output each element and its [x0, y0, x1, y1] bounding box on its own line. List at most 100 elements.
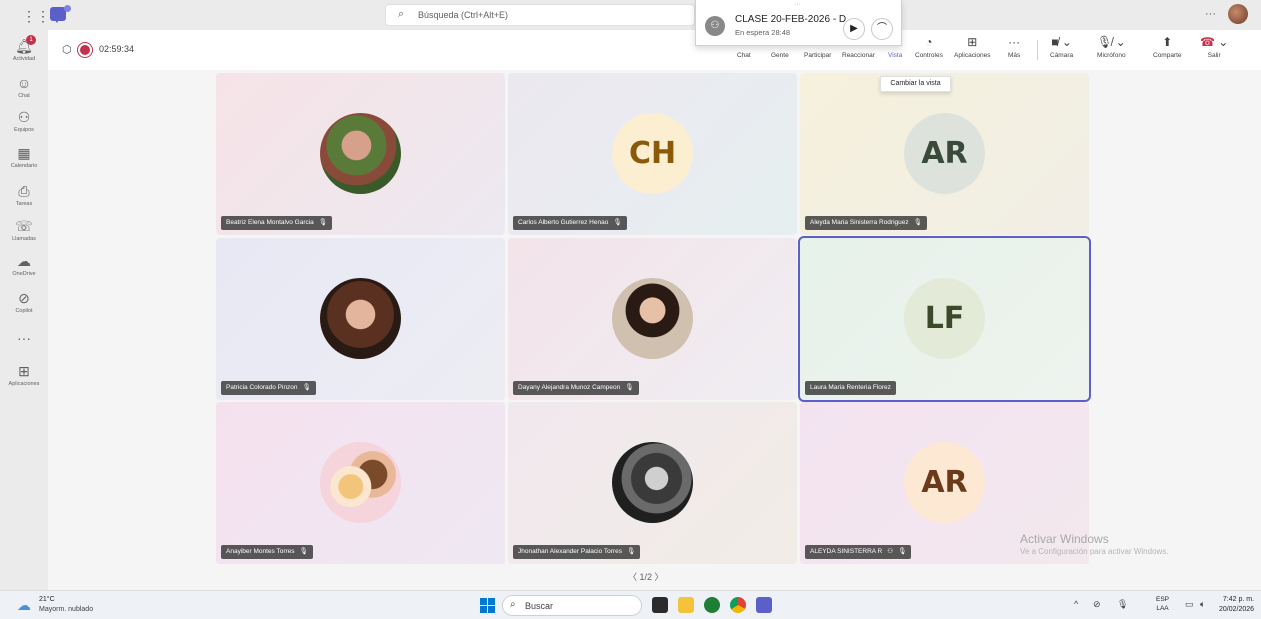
mic-tray-icon[interactable]: 🎙︎ [1117, 599, 1128, 610]
chevron-up-icon[interactable]: ^ [1074, 599, 1078, 609]
rail-item-teams[interactable]: ⚇ Equipos [0, 109, 48, 133]
control-label: Micrófono [1097, 52, 1126, 59]
rail-item-apps[interactable]: ⊞ Aplicaciones [0, 363, 48, 387]
participant-tile-active-speaker[interactable]: LF Laura Maria Renteria Florez [798, 236, 1091, 402]
participant-name: Patricia Colorado Pinzon [226, 384, 298, 391]
rail-label: Chat [18, 93, 30, 99]
language-indicator[interactable]: ESP LAA [1156, 595, 1169, 613]
system-clock[interactable]: 7:42 p. m. 20/02/2026 [1219, 595, 1254, 615]
rail-item-activity[interactable]: 🔔︎ 1 Actividad [0, 35, 48, 62]
activation-watermark-subtitle: Ve a Configuración para activar Windows. [1020, 547, 1169, 556]
resume-button[interactable]: ▶ [843, 18, 865, 40]
participant-tile[interactable]: Dayany Alejandra Munoz Campeon 🎙︎ [508, 238, 797, 400]
participant-name-label: Dayany Alejandra Munoz Campeon 🎙︎ [513, 381, 639, 395]
rail-label: Tareas [15, 201, 33, 207]
rail-item-more[interactable]: ··· [0, 330, 48, 346]
rail-item-chat[interactable]: ☺ Chat [0, 75, 48, 99]
apps-button[interactable]: ⊞ Aplicaciones [954, 34, 991, 59]
microphone-button[interactable]: 🎙︎̸ ⌄ Micrófono [1097, 34, 1126, 59]
participant-name-label: Aleyda Maria Sinisterra Rodriguez 🎙︎ [805, 216, 927, 230]
share-button[interactable]: ⬆ Comparte [1153, 34, 1182, 59]
rail-label: Llamadas [12, 236, 36, 242]
drag-handle[interactable]: ··· [794, 1, 801, 8]
people-icon: ⚇ [887, 548, 894, 555]
mic-muted-icon: 🎙︎ [626, 548, 636, 555]
control-label: Aplicaciones [954, 52, 991, 59]
participant-initials: CH [612, 113, 693, 194]
mic-muted-icon: 🎙︎ [613, 219, 622, 226]
participant-photo [612, 278, 693, 359]
controls-button[interactable]: ◔ Controles [915, 34, 943, 59]
clock-time: 7:42 p. m. [1222, 596, 1255, 603]
chrome-icon[interactable] [730, 597, 746, 613]
participant-initials: AR [904, 113, 985, 194]
camera-button[interactable]: ■̸ ⌄ Cámara [1050, 34, 1073, 59]
participant-name: Laura Maria Renteria Florez [810, 384, 891, 391]
leave-button[interactable]: ☎︎ ⌄ Salir [1200, 34, 1228, 59]
participant-name-label: Carlos Alberto Gutierrez Henao 🎙︎ [513, 216, 627, 230]
volume-icon[interactable]: 🔈︎ [1200, 599, 1205, 610]
share-icon: ⬆ [1162, 35, 1173, 49]
profile-avatar[interactable] [1228, 4, 1248, 24]
control-label: Cámara [1050, 52, 1074, 59]
mic-off-icon: 🎙︎̸ ⌄ [1097, 35, 1126, 49]
waiting-call-popup[interactable]: ··· ⚇ CLASE 20-FEB-2026 - D En espera 28… [695, 0, 902, 46]
participant-initials: AR [904, 442, 985, 523]
edge-icon[interactable] [704, 597, 720, 613]
weather-cloud-icon[interactable]: ☁ [17, 597, 31, 614]
teams-taskbar-icon[interactable] [756, 597, 772, 613]
participant-name: ALEYDA SINISTERRA R [810, 548, 883, 555]
task-view-icon[interactable] [652, 597, 668, 613]
mic-muted-icon: 🎙︎ [318, 219, 328, 226]
network-icon[interactable]: ⊘ [1093, 599, 1101, 610]
phone-icon: ☏ [15, 218, 33, 234]
windows-taskbar: ☁ 21°C Mayorm. nublado ⌕ Buscar ^ ⊘ 🎙︎ E… [0, 590, 1261, 619]
participant-grid: Beatriz Elena Montalvo Garcia 🎙︎ CH Carlo… [48, 70, 1261, 590]
search-icon: ⌕ [510, 599, 516, 610]
participant-tile[interactable]: Patricia Colorado Pinzon 🎙︎ [216, 238, 505, 400]
cloud-icon: ☁ [17, 253, 31, 269]
participant-photo [320, 113, 401, 194]
mic-muted-icon: 🎙︎ [913, 219, 922, 226]
hang-up-icon[interactable]: ⌒ [871, 18, 893, 40]
meeting-group-icon: ⚇ [705, 16, 725, 36]
participant-name: Aleyda Maria Sinisterra Rodriguez [810, 219, 909, 226]
display-icon[interactable]: ▭ [1185, 599, 1194, 610]
controls-icon: ◔ [925, 35, 933, 49]
taskbar-search-label: Buscar [525, 601, 554, 611]
mic-muted-icon: 🎙︎ [302, 384, 311, 391]
control-label: Controles [915, 52, 943, 59]
participant-name-label: Patricia Colorado Pinzon 🎙︎ [221, 381, 316, 395]
participant-tile[interactable]: Beatriz Elena Montalvo Garcia 🎙︎ [216, 73, 505, 235]
start-button[interactable] [480, 598, 495, 613]
control-label: Reaccionar [842, 52, 875, 59]
weather-temperature[interactable]: 21°C [39, 596, 55, 603]
participant-initials: LF [904, 278, 985, 359]
plus-icon: ⊞ [18, 363, 30, 379]
participant-tile[interactable]: AR Aleyda Maria Sinisterra Rodriguez 🎙︎ [800, 73, 1089, 235]
rail-item-calendar[interactable]: ▦ Calendario [0, 145, 48, 169]
participant-tile[interactable]: CH Carlos Alberto Gutierrez Henao 🎙︎ [508, 73, 797, 235]
settings-more-icon[interactable]: ··· [1205, 8, 1216, 20]
notification-badge: 1 [26, 35, 36, 45]
participant-tile[interactable]: Jhonathan Alexander Palacio Torres 🎙︎ [508, 402, 797, 564]
control-label: Comparte [1153, 52, 1182, 59]
participant-photo [320, 278, 401, 359]
rail-item-copilot[interactable]: ⊘ Copilot [0, 290, 48, 314]
rail-item-tasks[interactable]: ⎙ Tareas [0, 183, 48, 207]
clock-date: 20/02/2026 [1219, 606, 1255, 613]
more-button[interactable]: ··· Más [1008, 34, 1020, 59]
control-label: Participar [804, 52, 832, 59]
camera-off-icon: ■̸ ⌄ [1051, 35, 1072, 49]
weather-description[interactable]: Mayorm. nublado [39, 606, 93, 613]
taskbar-search[interactable]: ⌕ Buscar [502, 595, 642, 616]
search-input[interactable]: ⌕ Búsqueda (Ctrl+Alt+E) [385, 4, 695, 26]
rail-item-onedrive[interactable]: ☁ OneDrive [0, 253, 48, 277]
gallery-pager[interactable]: 〈 1/2 〉 [628, 570, 664, 583]
file-explorer-icon[interactable] [678, 597, 694, 613]
copilot-icon: ⊘ [18, 290, 30, 306]
rail-item-calls[interactable]: ☏ Llamadas [0, 218, 48, 242]
control-label: Más [1008, 52, 1021, 59]
participant-tile[interactable]: Anayiber Montes Torres 🎙︎ [216, 402, 505, 564]
participant-name-label: Beatriz Elena Montalvo Garcia 🎙︎ [221, 216, 333, 230]
